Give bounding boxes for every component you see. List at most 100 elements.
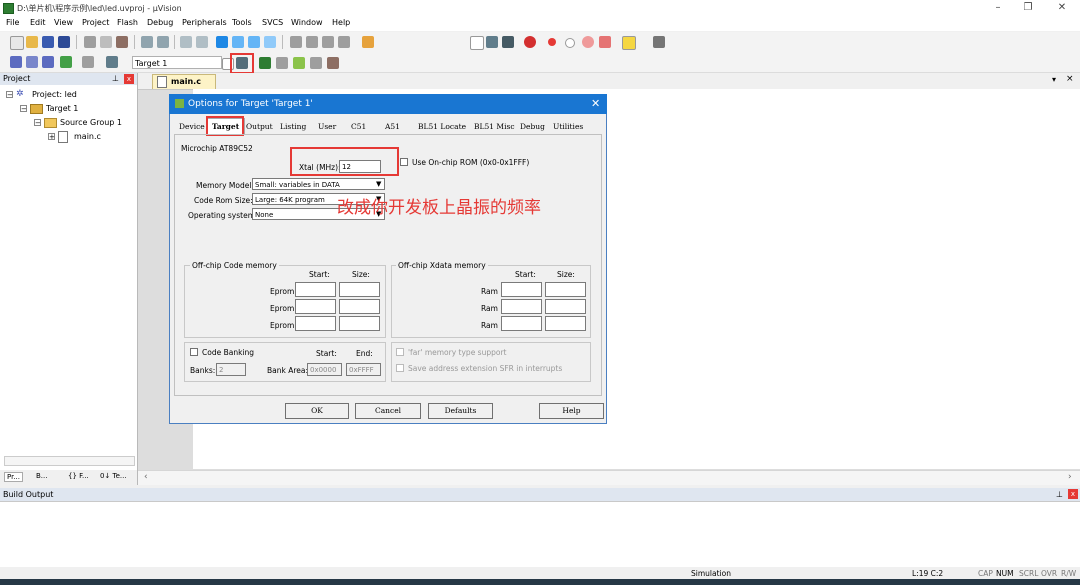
menu-window[interactable]: Window — [291, 18, 323, 27]
save-icon[interactable] — [42, 36, 54, 48]
pin-icon[interactable]: ⊥ — [112, 74, 119, 83]
cut-icon[interactable] — [84, 36, 96, 48]
select-packs-icon[interactable] — [293, 57, 305, 69]
menu-view[interactable]: View — [54, 18, 73, 27]
unindent-icon[interactable] — [306, 36, 318, 48]
stop-build-icon[interactable] — [82, 56, 94, 68]
undo-icon[interactable] — [141, 36, 153, 48]
dialog-close-icon[interactable]: ✕ — [591, 94, 600, 114]
bank-area-start[interactable]: 0x0000 — [307, 363, 342, 376]
ok-button[interactable]: OK — [285, 403, 349, 419]
menu-tools[interactable]: Tools — [232, 18, 252, 27]
menu-file[interactable]: File — [6, 18, 19, 27]
tab-output[interactable]: Output — [246, 122, 273, 131]
eprom-size-3[interactable] — [339, 316, 380, 331]
menu-help[interactable]: Help — [332, 18, 350, 27]
eprom-size-2[interactable] — [339, 299, 380, 314]
open-folder-icon[interactable] — [26, 36, 38, 48]
tab-list-icon[interactable]: ▾ — [1052, 75, 1056, 84]
help-button[interactable]: Help — [539, 403, 604, 419]
editor-horizontal-scrollbar[interactable]: ‹ › — [138, 470, 1080, 485]
copy-icon[interactable] — [100, 36, 112, 48]
menu-flash[interactable]: Flash — [117, 18, 138, 27]
ram-start-3[interactable] — [501, 316, 542, 331]
collapse-icon[interactable]: − — [34, 119, 41, 127]
tab-utilities[interactable]: Utilities — [553, 122, 583, 131]
find-combo-icon[interactable] — [470, 36, 484, 50]
tab-bl51-locate[interactable]: BL51 Locate — [418, 122, 466, 131]
menu-project[interactable]: Project — [82, 18, 109, 27]
ram-size-3[interactable] — [545, 316, 586, 331]
incremental-find-icon[interactable] — [486, 36, 498, 48]
save-all-icon[interactable] — [58, 36, 70, 48]
save-sfr-checkbox[interactable] — [396, 364, 404, 372]
redo-icon[interactable] — [157, 36, 169, 48]
close-pane-icon[interactable]: x — [124, 74, 134, 84]
far-memory-checkbox[interactable] — [396, 348, 404, 356]
uncomment-icon[interactable] — [338, 36, 350, 48]
ram-size-2[interactable] — [545, 299, 586, 314]
minimize-button[interactable]: – — [983, 1, 1013, 15]
ram-start-1[interactable] — [501, 282, 542, 297]
tab-debug[interactable]: Debug — [520, 122, 545, 131]
file-extensions-icon[interactable] — [259, 57, 271, 69]
build-icon[interactable] — [26, 56, 38, 68]
tree-target[interactable]: Target 1 — [46, 104, 78, 113]
memory-model-select[interactable]: Small: variables in DATA — [252, 178, 385, 190]
tab-functions-window[interactable]: {} F... — [68, 472, 89, 480]
disable-breakpoints-icon[interactable] — [582, 36, 594, 48]
collapse-icon[interactable]: − — [20, 105, 27, 113]
close-tab-icon[interactable]: × — [1066, 74, 1074, 84]
scroll-left-icon[interactable]: ‹ — [144, 472, 148, 482]
tab-target[interactable]: Target — [212, 122, 239, 131]
clear-bookmarks-icon[interactable] — [264, 36, 276, 48]
translate-icon[interactable] — [10, 56, 22, 68]
menu-svcs[interactable]: SVCS — [262, 18, 283, 27]
window-layout-icon[interactable] — [622, 36, 636, 50]
project-scrollbar[interactable] — [4, 456, 135, 466]
manage-components-icon[interactable] — [276, 57, 288, 69]
eprom-start-1[interactable] — [295, 282, 336, 297]
tree-main-file[interactable]: main.c — [74, 132, 101, 141]
options-for-target-icon[interactable] — [236, 57, 248, 69]
tab-project-window[interactable]: Pr... — [4, 472, 24, 482]
pack-installer-icon[interactable] — [310, 57, 322, 69]
xtal-input[interactable]: 12 — [339, 160, 381, 173]
tab-listing[interactable]: Listing — [280, 122, 306, 131]
next-bookmark-icon[interactable] — [248, 36, 260, 48]
debug-session-icon[interactable] — [524, 36, 536, 48]
maximize-button[interactable]: ❐ — [1013, 1, 1043, 15]
indent-icon[interactable] — [290, 36, 302, 48]
onchip-rom-checkbox[interactable] — [400, 158, 408, 166]
cancel-button[interactable]: Cancel — [355, 403, 421, 419]
run-time-env-icon[interactable] — [327, 57, 339, 69]
pin-icon[interactable]: ⊥ — [1056, 490, 1063, 499]
insert-breakpoint-icon[interactable] — [548, 38, 556, 46]
batch-build-icon[interactable] — [60, 56, 72, 68]
menu-debug[interactable]: Debug — [147, 18, 173, 27]
find-icon[interactable] — [502, 36, 514, 48]
scroll-right-icon[interactable]: › — [1068, 472, 1072, 482]
build-output-text[interactable] — [0, 501, 1080, 568]
find-in-files-icon[interactable] — [362, 36, 374, 48]
tab-c51[interactable]: C51 — [351, 122, 366, 131]
eprom-size-1[interactable] — [339, 282, 380, 297]
collapse-icon[interactable]: − — [6, 91, 13, 99]
code-banking-checkbox[interactable] — [190, 348, 198, 356]
paste-icon[interactable] — [116, 36, 128, 48]
eprom-start-2[interactable] — [295, 299, 336, 314]
comment-icon[interactable] — [322, 36, 334, 48]
target-select[interactable]: Target 1 — [132, 56, 222, 69]
menu-peripherals[interactable]: Peripherals — [182, 18, 227, 27]
tab-books-window[interactable]: B... — [36, 472, 47, 480]
eprom-start-3[interactable] — [295, 316, 336, 331]
prev-bookmark-icon[interactable] — [232, 36, 244, 48]
bank-area-end[interactable]: 0xFFFF — [346, 363, 381, 376]
ram-size-1[interactable] — [545, 282, 586, 297]
tab-templates-window[interactable]: 0↓ Te... — [100, 472, 127, 480]
rebuild-icon[interactable] — [42, 56, 54, 68]
tab-a51[interactable]: A51 — [385, 122, 400, 131]
navigate-back-icon[interactable] — [180, 36, 192, 48]
close-pane-icon[interactable]: x — [1068, 489, 1078, 499]
kill-breakpoints-icon[interactable] — [599, 36, 611, 48]
